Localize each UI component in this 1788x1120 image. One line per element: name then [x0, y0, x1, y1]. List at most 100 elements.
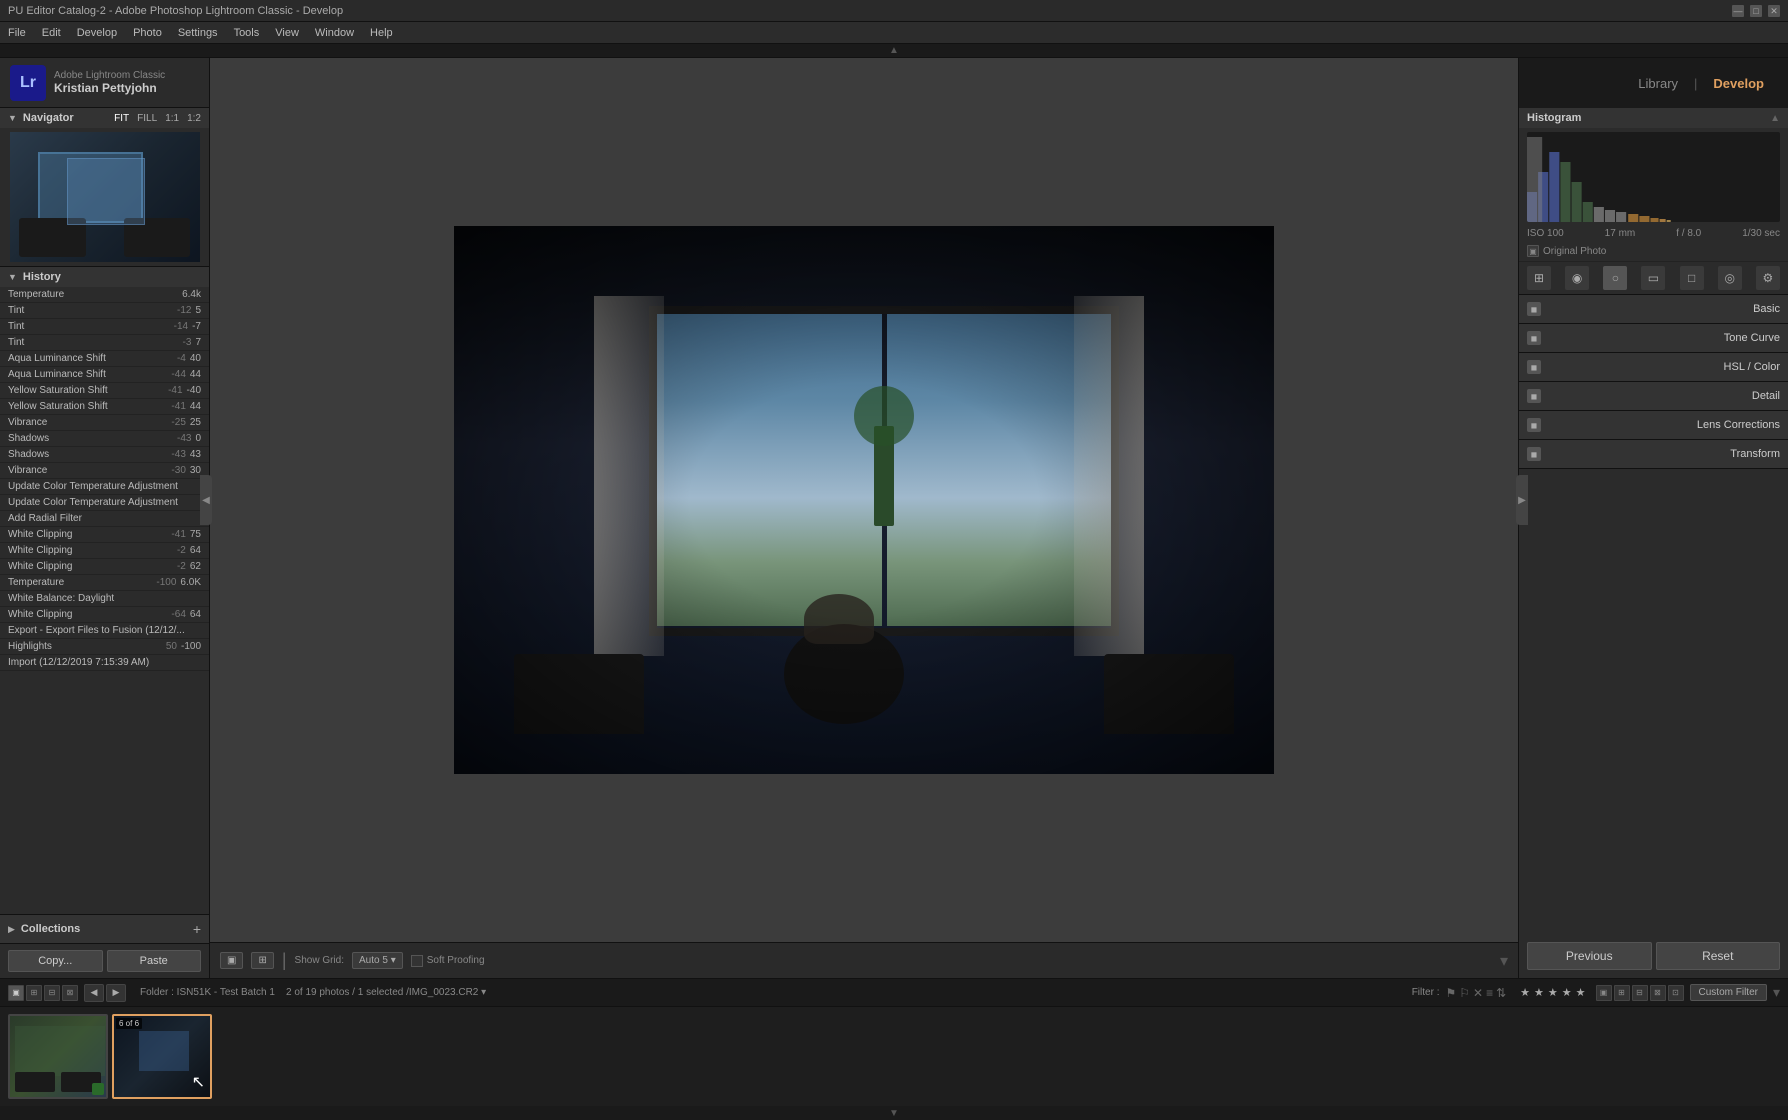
history-item-7[interactable]: Yellow Saturation Shift-4144	[0, 399, 209, 415]
history-item-3[interactable]: Tint-37	[0, 335, 209, 351]
star-5[interactable]: ★	[1576, 986, 1586, 999]
copy-button[interactable]: Copy...	[8, 950, 103, 972]
menu-view[interactable]: View	[275, 27, 299, 39]
zoom-fill[interactable]: FILL	[137, 113, 157, 124]
history-item-21[interactable]: Export - Export Files to Fusion (12/12/.…	[0, 623, 209, 639]
view-compare-btn2[interactable]: ⊟	[44, 985, 60, 1001]
thumb-view-5[interactable]: ⊡	[1668, 985, 1684, 1001]
lens-corrections-section-header[interactable]: ◼ Lens Corrections	[1519, 411, 1788, 439]
soft-proofing-toggle[interactable]: Soft Proofing	[411, 955, 485, 967]
thumb-view-1[interactable]: ▣	[1596, 985, 1612, 1001]
maximize-btn[interactable]: □	[1750, 5, 1762, 17]
menu-window[interactable]: Window	[315, 27, 354, 39]
soft-proofing-checkbox[interactable]	[411, 955, 423, 967]
history-item-16[interactable]: White Clipping-264	[0, 543, 209, 559]
history-item-5[interactable]: Aqua Luminance Shift-4444	[0, 367, 209, 383]
history-item-9[interactable]: Shadows-430	[0, 431, 209, 447]
history-item-4[interactable]: Aqua Luminance Shift-440	[0, 351, 209, 367]
view-normal-btn[interactable]: ▣	[220, 952, 243, 969]
transform-collapse-btn[interactable]: ◼	[1527, 447, 1541, 461]
view-compare-btn[interactable]: ⊞	[251, 952, 273, 969]
history-item-10[interactable]: Shadows-4343	[0, 447, 209, 463]
history-item-8[interactable]: Vibrance-2525	[0, 415, 209, 431]
filter-reject-icon[interactable]: ✕	[1473, 986, 1483, 1000]
previous-button[interactable]: Previous	[1527, 942, 1652, 970]
lens-corrections-collapse-btn[interactable]: ◼	[1527, 418, 1541, 432]
star-1[interactable]: ★	[1520, 986, 1530, 999]
hsl-color-section-header[interactable]: ◼ HSL / Color	[1519, 353, 1788, 381]
custom-filter-expand[interactable]: ▾	[1773, 984, 1780, 1001]
basic-collapse-btn[interactable]: ◼	[1527, 302, 1541, 316]
history-item-12[interactable]: Update Color Temperature Adjustment	[0, 479, 209, 495]
navigator-thumbnail[interactable]	[10, 132, 200, 262]
close-btn[interactable]: ✕	[1768, 5, 1780, 17]
filmstrip-thumb-2[interactable]: 6 of 6 ↖	[112, 1014, 212, 1099]
next-arrow-btn[interactable]: ▶	[106, 984, 126, 1002]
menu-tools[interactable]: Tools	[234, 27, 260, 39]
history-item-14[interactable]: Add Radial Filter	[0, 511, 209, 527]
thumb-view-4[interactable]: ⊠	[1650, 985, 1666, 1001]
circle-outline-tool[interactable]: ○	[1603, 266, 1627, 290]
view-single-btn[interactable]: ▣	[8, 985, 24, 1001]
minimize-btn[interactable]: —	[1732, 5, 1744, 17]
history-item-13[interactable]: Update Color Temperature Adjustment	[0, 495, 209, 511]
history-header[interactable]: ▼ History	[0, 267, 209, 287]
zoom-1to1[interactable]: 1:1	[165, 113, 179, 124]
menu-help[interactable]: Help	[370, 27, 393, 39]
tone-curve-section-header[interactable]: ◼ Tone Curve	[1519, 324, 1788, 352]
left-panel-toggle[interactable]: ◀	[200, 475, 212, 525]
menu-edit[interactable]: Edit	[42, 27, 61, 39]
navigator-header[interactable]: ▼ Navigator FIT FILL 1:1 1:2	[0, 108, 209, 128]
zoom-custom[interactable]: 1:2	[187, 113, 201, 124]
top-panel-toggle[interactable]: ▲	[0, 44, 1788, 58]
tone-curve-collapse-btn[interactable]: ◼	[1527, 331, 1541, 345]
view-survey-btn[interactable]: ⊠	[62, 985, 78, 1001]
filter-sort2-icon[interactable]: ⇅	[1496, 986, 1506, 1000]
thumb-view-2[interactable]: ⊞	[1614, 985, 1630, 1001]
history-item-19[interactable]: White Balance: Daylight	[0, 591, 209, 607]
history-item-20[interactable]: White Clipping-6464	[0, 607, 209, 623]
rect-tool[interactable]: ▭	[1641, 266, 1665, 290]
rect-outline-tool[interactable]: □	[1680, 266, 1704, 290]
collections-add-btn[interactable]: +	[193, 921, 201, 937]
library-tab[interactable]: Library	[1630, 72, 1686, 95]
history-item-6[interactable]: Yellow Saturation Shift-41-40	[0, 383, 209, 399]
history-item-18[interactable]: Temperature-1006.0K	[0, 575, 209, 591]
history-item-15[interactable]: White Clipping-4175	[0, 527, 209, 543]
menu-file[interactable]: File	[8, 27, 26, 39]
bottom-panel-toggle[interactable]: ▼	[0, 1106, 1788, 1120]
prev-arrow-btn[interactable]: ◀	[84, 984, 104, 1002]
star-4[interactable]: ★	[1562, 986, 1572, 999]
history-item-23[interactable]: Import (12/12/2019 7:15:39 AM)	[0, 655, 209, 671]
hsl-color-collapse-btn[interactable]: ◼	[1527, 360, 1541, 374]
develop-tab[interactable]: Develop	[1705, 72, 1772, 95]
settings-icon[interactable]: ⚙	[1756, 266, 1780, 290]
menu-photo[interactable]: Photo	[133, 27, 162, 39]
detail-section-header[interactable]: ◼ Detail	[1519, 382, 1788, 410]
grid-value-btn[interactable]: Auto 5 ▾	[352, 952, 403, 969]
detail-collapse-btn[interactable]: ◼	[1527, 389, 1541, 403]
history-item-1[interactable]: Tint-125	[0, 303, 209, 319]
circle-tool[interactable]: ◉	[1565, 266, 1589, 290]
filter-flag-icon[interactable]: ⚑	[1445, 986, 1456, 1000]
basic-section-header[interactable]: ◼ Basic	[1519, 295, 1788, 323]
filter-sort-icon[interactable]: ≡	[1486, 986, 1493, 1000]
transform-section-header[interactable]: ◼ Transform	[1519, 440, 1788, 468]
history-item-11[interactable]: Vibrance-3030	[0, 463, 209, 479]
custom-filter-btn[interactable]: Custom Filter	[1690, 984, 1767, 1001]
view-grid-btn[interactable]: ⊞	[26, 985, 42, 1001]
zoom-fit[interactable]: FIT	[114, 113, 129, 124]
history-item-22[interactable]: Highlights50-100	[0, 639, 209, 655]
filmstrip-thumb-1[interactable]	[8, 1014, 108, 1099]
histogram-header[interactable]: Histogram ▲	[1519, 108, 1788, 128]
adjust-tool[interactable]: ◎	[1718, 266, 1742, 290]
history-item-0[interactable]: Temperature6.4k	[0, 287, 209, 303]
collections-header[interactable]: ▶ Collections +	[0, 915, 209, 943]
right-panel-toggle[interactable]: ▶	[1516, 475, 1528, 525]
menu-develop[interactable]: Develop	[77, 27, 117, 39]
history-item-2[interactable]: Tint-14-7	[0, 319, 209, 335]
star-3[interactable]: ★	[1548, 986, 1558, 999]
history-item-17[interactable]: White Clipping-262	[0, 559, 209, 575]
menu-settings[interactable]: Settings	[178, 27, 218, 39]
filter-flag2-icon[interactable]: ⚐	[1459, 986, 1470, 1000]
